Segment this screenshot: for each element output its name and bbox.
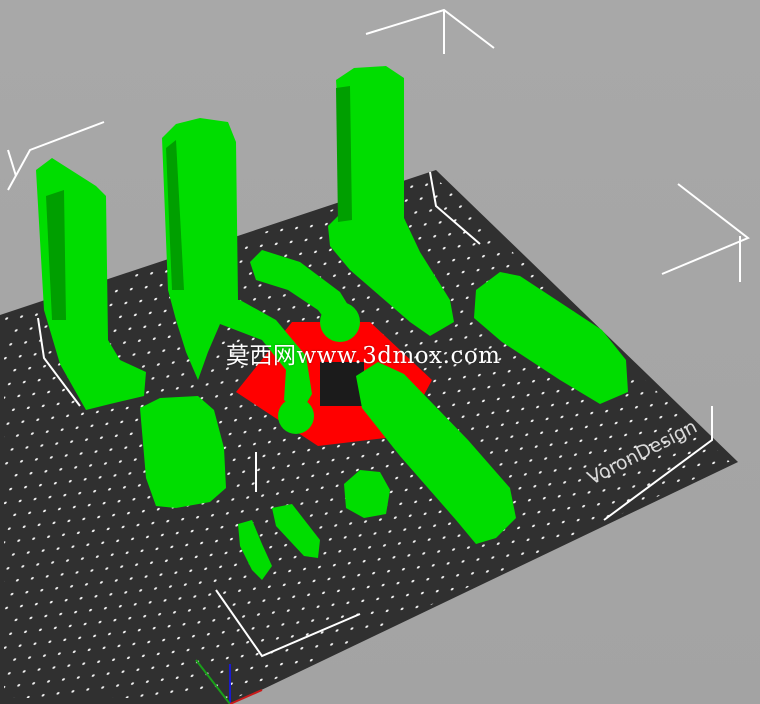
part-left-clamp[interactable] <box>140 396 226 508</box>
watermark-text: 莫西网www.3dmox.com <box>226 343 501 369</box>
3d-viewport[interactable]: 莫西网www.3dmox.com VoronDesign <box>0 0 760 704</box>
part-ring[interactable] <box>278 398 314 434</box>
